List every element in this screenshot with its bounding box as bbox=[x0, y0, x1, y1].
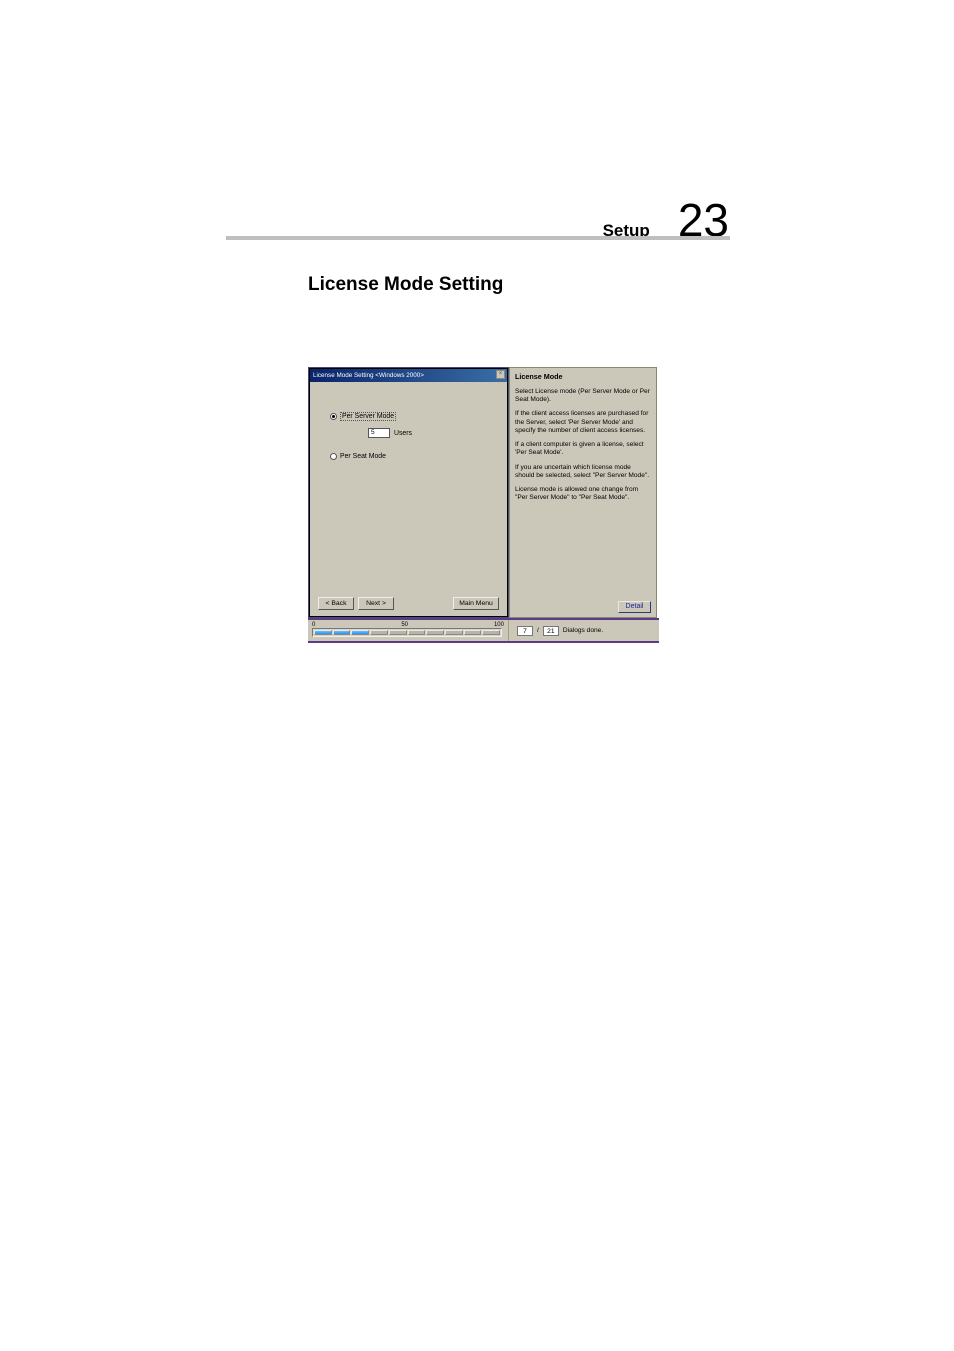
per-server-label: Per Server Mode bbox=[340, 412, 396, 421]
help-panel: License Mode Select License mode (Per Se… bbox=[509, 367, 657, 618]
progress-strip: 0 50 100 7 / 21 Dialogs done. bbox=[308, 618, 659, 643]
dialogs-slash: / bbox=[537, 627, 539, 634]
help-title: License Mode bbox=[515, 372, 651, 381]
users-input[interactable]: 5 bbox=[368, 428, 390, 438]
per-server-radio[interactable] bbox=[330, 413, 337, 420]
next-button[interactable]: Next > bbox=[358, 597, 394, 610]
help-paragraph: Select License mode (Per Server Mode or … bbox=[515, 388, 651, 404]
help-paragraph: License mode is allowed one change from … bbox=[515, 486, 651, 502]
users-label: Users bbox=[394, 430, 412, 437]
dialog-title-text: License Mode Setting <Windows 2000> bbox=[313, 372, 424, 379]
progress-segment bbox=[408, 630, 426, 635]
help-paragraph: If you are uncertain which license mode … bbox=[515, 464, 651, 480]
header-rule bbox=[226, 236, 730, 240]
dialogs-total: 21 bbox=[543, 626, 559, 636]
progress-bar bbox=[312, 628, 502, 637]
main-menu-button[interactable]: Main Menu bbox=[453, 597, 499, 610]
help-paragraph: If the client access licenses are purcha… bbox=[515, 410, 651, 435]
progress-segment bbox=[482, 630, 500, 635]
dialogs-current: 7 bbox=[517, 626, 533, 636]
progress-segment bbox=[464, 630, 482, 635]
progress-segment bbox=[389, 630, 407, 635]
dialogs-done-label: Dialogs done. bbox=[563, 627, 603, 634]
screenshot-figure: License Mode Setting <Windows 2000> × Pe… bbox=[308, 367, 659, 643]
progress-segment bbox=[351, 630, 369, 635]
detail-button[interactable]: Detail bbox=[618, 601, 651, 613]
per-seat-label: Per Seat Mode bbox=[340, 453, 386, 460]
license-dialog: License Mode Setting <Windows 2000> × Pe… bbox=[309, 368, 508, 617]
dialog-titlebar: License Mode Setting <Windows 2000> × bbox=[310, 369, 507, 382]
help-paragraph: If a client computer is given a license,… bbox=[515, 441, 651, 457]
progress-segment bbox=[333, 630, 351, 635]
progress-segment bbox=[426, 630, 444, 635]
per-seat-radio[interactable] bbox=[330, 453, 337, 460]
progress-segment bbox=[445, 630, 463, 635]
back-button[interactable]: < Back bbox=[318, 597, 354, 610]
section-title: License Mode Setting bbox=[308, 274, 503, 296]
progress-segment bbox=[314, 630, 332, 635]
close-icon[interactable]: × bbox=[496, 370, 505, 379]
progress-segment bbox=[370, 630, 388, 635]
